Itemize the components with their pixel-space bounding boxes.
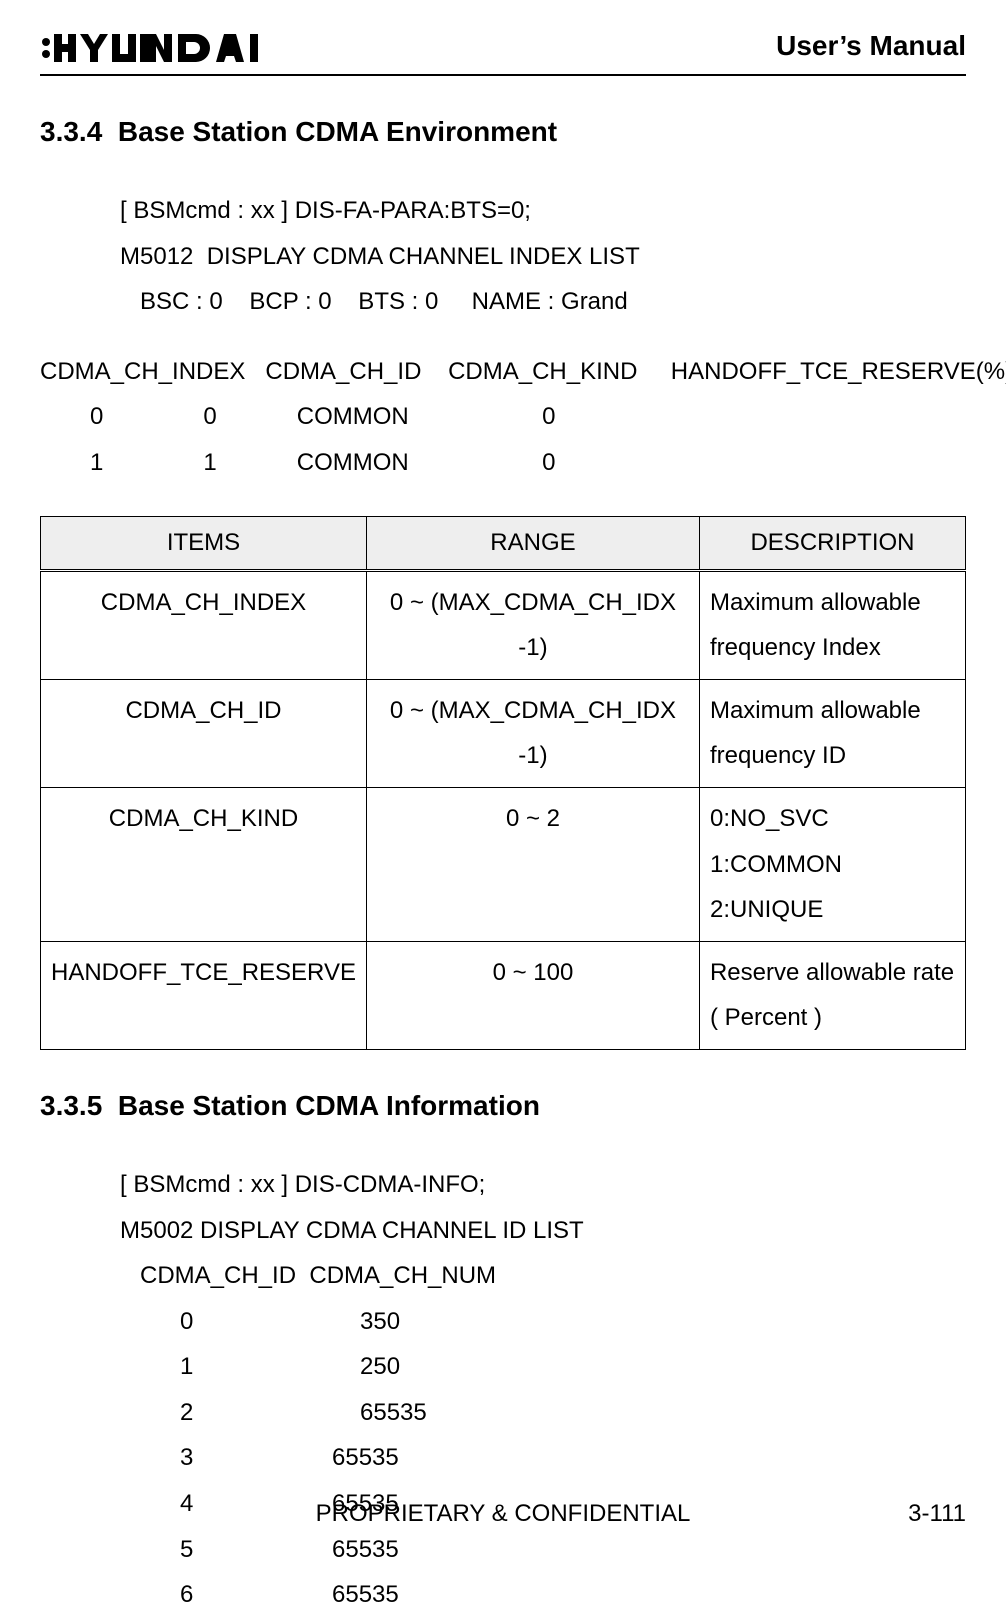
list-item: 0350 xyxy=(180,1299,966,1345)
parameter-table: ITEMS RANGE DESCRIPTION CDMA_CH_INDEX 0 … xyxy=(40,516,966,1050)
th-desc: DESCRIPTION xyxy=(699,516,965,570)
cell-range: 0 ~ (MAX_CDMA_CH_IDX -1) xyxy=(366,570,699,679)
cell-items: CDMA_CH_ID xyxy=(41,679,367,787)
cdma-ch-num: 65535 xyxy=(360,1390,427,1436)
table-row: CDMA_CH_INDEX 0 ~ (MAX_CDMA_CH_IDX -1) M… xyxy=(41,570,966,679)
th-range: RANGE xyxy=(366,516,699,570)
hyundai-logo xyxy=(40,30,340,66)
th-items: ITEMS xyxy=(41,516,367,570)
list-item: 1250 xyxy=(180,1344,966,1390)
table-row: HANDOFF_TCE_RESERVE 0 ~ 100 Reserve allo… xyxy=(41,941,966,1049)
cdma-ch-num: 250 xyxy=(360,1344,400,1390)
columns-header-line: CDMA_CH_INDEX CDMA_CH_ID CDMA_CH_KIND HA… xyxy=(40,349,966,395)
section-heading-334: 3.3.4 Base Station CDMA Environment xyxy=(40,116,966,148)
page-number: 3-111 xyxy=(908,1500,966,1528)
id-list: 0350 1250 265535 365535 465535 565535 66… xyxy=(40,1299,966,1618)
msg-line: M5012 DISPLAY CDMA CHANNEL INDEX LIST xyxy=(120,234,966,280)
cdma-ch-id: 1 xyxy=(180,1344,360,1390)
cell-desc: Reserve allowable rate ( Percent ) xyxy=(699,941,965,1049)
section-heading-335: 3.3.5 Base Station CDMA Information xyxy=(40,1090,966,1122)
cell-desc: Maximum allowable frequency Index xyxy=(699,570,965,679)
footer-center-text: PROPRIETARY & CONFIDENTIAL xyxy=(316,1500,691,1528)
cdma-ch-id: 2 xyxy=(180,1390,360,1436)
bsm-cmd-line: [ BSMcmd : xx ] DIS-CDMA-INFO; xyxy=(120,1162,966,1208)
manual-title: User’s Manual xyxy=(776,30,966,62)
cell-range: 0 ~ (MAX_CDMA_CH_IDX -1) xyxy=(366,679,699,787)
msg-line: M5002 DISPLAY CDMA CHANNEL ID LIST xyxy=(120,1208,966,1254)
list-item: 665535 xyxy=(180,1572,966,1618)
cdma-ch-num: 65535 xyxy=(332,1527,399,1573)
hyundai-logo-icon xyxy=(40,30,340,66)
page-header: User’s Manual xyxy=(40,30,966,76)
list-item: 265535 xyxy=(180,1390,966,1436)
cell-range: 0 ~ 100 xyxy=(366,941,699,1049)
cell-desc: Maximum allowable frequency ID xyxy=(699,679,965,787)
bsm-cmd-line: [ BSMcmd : xx ] DIS-FA-PARA:BTS=0; xyxy=(120,188,966,234)
cdma-ch-num: 65535 xyxy=(332,1435,399,1481)
table-row: CDMA_CH_KIND 0 ~ 2 0:NO_SVC 1:COMMON 2:U… xyxy=(41,787,966,941)
cell-desc: 0:NO_SVC 1:COMMON 2:UNIQUE xyxy=(699,787,965,941)
table-row: CDMA_CH_ID 0 ~ (MAX_CDMA_CH_IDX -1) Maxi… xyxy=(41,679,966,787)
section-number: 3.3.5 xyxy=(40,1090,102,1121)
info-line: BSC : 0 BCP : 0 BTS : 0 NAME : Grand xyxy=(140,279,966,325)
cdma-ch-num: 350 xyxy=(360,1299,400,1345)
data-row: 0 0 COMMON 0 xyxy=(90,394,966,440)
cell-items: CDMA_CH_INDEX xyxy=(41,570,367,679)
section-title: Base Station CDMA Environment xyxy=(118,116,557,147)
id-list-columns: CDMA_CH_ID CDMA_CH_NUM xyxy=(140,1253,966,1299)
list-item: 365535 xyxy=(180,1435,966,1481)
page-footer: PROPRIETARY & CONFIDENTIAL 3-111 xyxy=(40,1500,966,1528)
list-item: 565535 xyxy=(180,1527,966,1573)
section-number: 3.3.4 xyxy=(40,116,102,147)
cell-items: CDMA_CH_KIND xyxy=(41,787,367,941)
cell-range: 0 ~ 2 xyxy=(366,787,699,941)
cdma-ch-num: 65535 xyxy=(332,1572,399,1618)
section-title: Base Station CDMA Information xyxy=(118,1090,540,1121)
cdma-ch-id: 0 xyxy=(180,1299,360,1345)
cell-items: HANDOFF_TCE_RESERVE xyxy=(41,941,367,1049)
data-row: 1 1 COMMON 0 xyxy=(90,440,966,486)
